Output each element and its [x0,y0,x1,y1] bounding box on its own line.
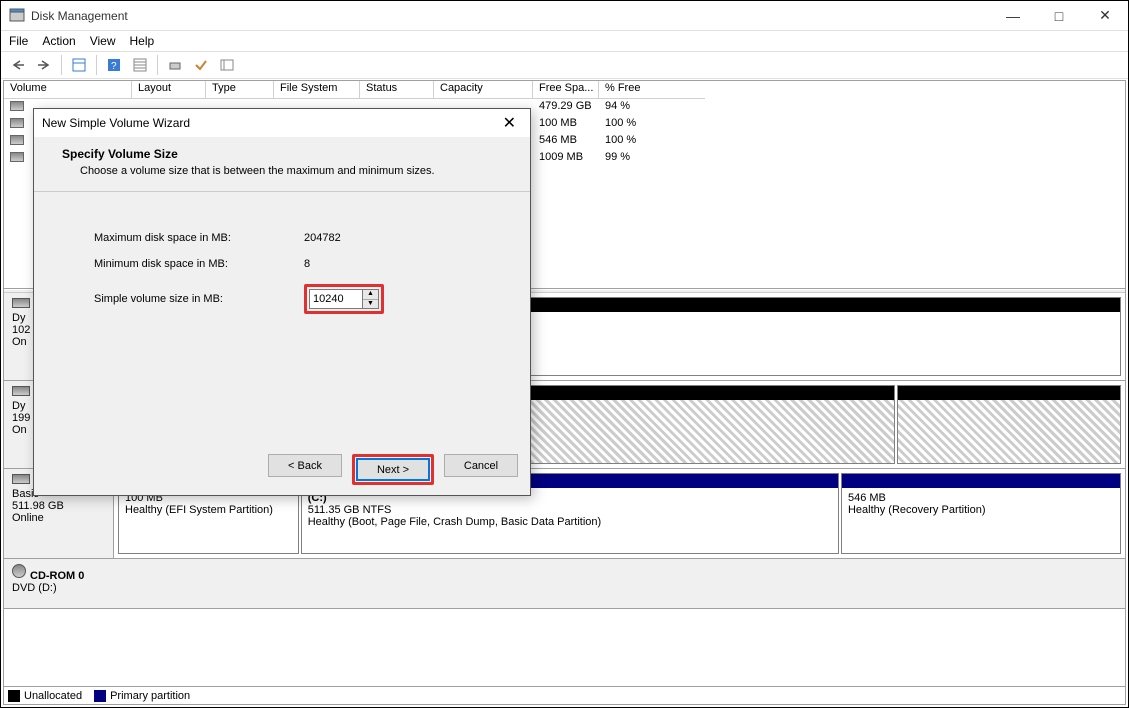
partition-body [898,400,1120,463]
col-status[interactable]: Status [360,81,434,99]
partition-desc: Healthy (EFI System Partition) [125,504,292,516]
help-icon[interactable]: ? [103,54,125,76]
cell-free: 100 MB [533,116,599,133]
partition-desc: Healthy (Boot, Page File, Crash Dump, Ba… [308,516,832,528]
max-space-label: Maximum disk space in MB: [94,232,304,244]
cell-free: 479.29 GB [533,99,599,116]
cancel-button[interactable]: Cancel [444,454,518,477]
volume-icon [10,152,24,162]
cell-pct: 99 % [599,150,705,167]
maximize-button[interactable]: □ [1036,1,1082,30]
disk-status-text: Online [12,512,105,524]
cell-pct: 100 % [599,116,705,133]
spinner-up-icon[interactable]: ▲ [363,290,378,300]
menu-action[interactable]: Action [42,34,75,48]
col-pct[interactable]: % Free [599,81,705,99]
cell-free: 546 MB [533,133,599,150]
back-icon[interactable] [7,54,29,76]
col-layout[interactable]: Layout [132,81,206,99]
volume-icon [10,135,24,145]
titlebar: Disk Management ― □ ✕ [1,1,1128,31]
legend-swatch-primary [94,690,106,702]
wizard-subheading: Choose a volume size that is between the… [80,165,506,177]
partition-recovery[interactable]: 546 MB Healthy (Recovery Partition) [841,473,1121,554]
next-button-highlight: Next > [352,454,434,485]
wizard-buttons: < Back Next > Cancel [268,454,518,485]
volume-size-spinner: ▲ ▼ [304,284,384,314]
svg-text:?: ? [111,61,117,72]
volume-icon [10,101,24,111]
col-free[interactable]: Free Spa... [533,81,599,99]
wizard-title: New Simple Volume Wizard [42,116,497,130]
forward-icon[interactable] [33,54,55,76]
legend-label-primary: Primary partition [110,690,190,702]
disk-row-cdrom: CD-ROM 0 DVD (D:) [4,559,1125,609]
partition[interactable] [897,385,1121,464]
partition-bar [898,386,1120,400]
next-button[interactable]: Next > [356,458,430,481]
disk-icon [12,474,30,484]
min-space-value: 8 [304,258,310,270]
wizard-titlebar[interactable]: New Simple Volume Wizard ✕ [34,109,530,137]
app-title: Disk Management [31,9,990,23]
legend-swatch-unallocated [8,690,20,702]
cell-free: 1009 MB [533,150,599,167]
disk-icon [12,386,30,396]
cdrom-sub: DVD (D:) [12,582,1117,594]
col-type[interactable]: Type [206,81,274,99]
volume-size-label: Simple volume size in MB: [94,293,304,305]
partition-size: 546 MB [848,492,1114,504]
action-icon[interactable] [164,54,186,76]
col-capacity[interactable]: Capacity [434,81,533,99]
menu-view[interactable]: View [90,34,116,48]
back-button[interactable]: < Back [268,454,342,477]
cdrom-icon [12,564,26,578]
disk-icon [12,298,30,308]
col-volume[interactable]: Volume [4,81,132,99]
toolbar: ? [1,51,1128,79]
volume-size-input[interactable] [309,289,363,309]
legend: Unallocated Primary partition [4,686,1125,704]
partition-bar [842,474,1120,488]
legend-label-unallocated: Unallocated [24,690,82,702]
wizard-heading: Specify Volume Size [62,147,506,161]
minimize-button[interactable]: ― [990,1,1036,30]
menubar: File Action View Help [1,31,1128,51]
check-icon[interactable] [190,54,212,76]
list-icon[interactable] [216,54,238,76]
properties-icon[interactable] [68,54,90,76]
volume-list-header: Volume Layout Type File System Status Ca… [4,81,1125,99]
wizard-dialog: New Simple Volume Wizard ✕ Specify Volum… [33,108,531,496]
partition-desc: Healthy (Recovery Partition) [848,504,1114,516]
partition-size: 511.35 GB NTFS [308,504,832,516]
disk-label: CD-ROM 0 DVD (D:) [4,559,1125,608]
cell-pct: 94 % [599,99,705,116]
disk-name: CD-ROM 0 [30,570,84,582]
view-icon[interactable] [129,54,151,76]
max-space-value: 204782 [304,232,341,244]
close-button[interactable]: ✕ [1082,1,1128,30]
wizard-header: Specify Volume Size Choose a volume size… [34,137,530,192]
volume-icon [10,118,24,128]
wizard-body: Maximum disk space in MB: 204782 Minimum… [34,192,530,348]
min-space-label: Minimum disk space in MB: [94,258,304,270]
app-icon [9,8,25,24]
col-fs[interactable]: File System [274,81,360,99]
spinner-down-icon[interactable]: ▼ [363,300,378,309]
wizard-close-icon[interactable]: ✕ [497,113,522,133]
disk-size-text: 511.98 GB [12,500,105,512]
cell-pct: 100 % [599,133,705,150]
menu-file[interactable]: File [9,34,28,48]
menu-help[interactable]: Help [130,34,155,48]
